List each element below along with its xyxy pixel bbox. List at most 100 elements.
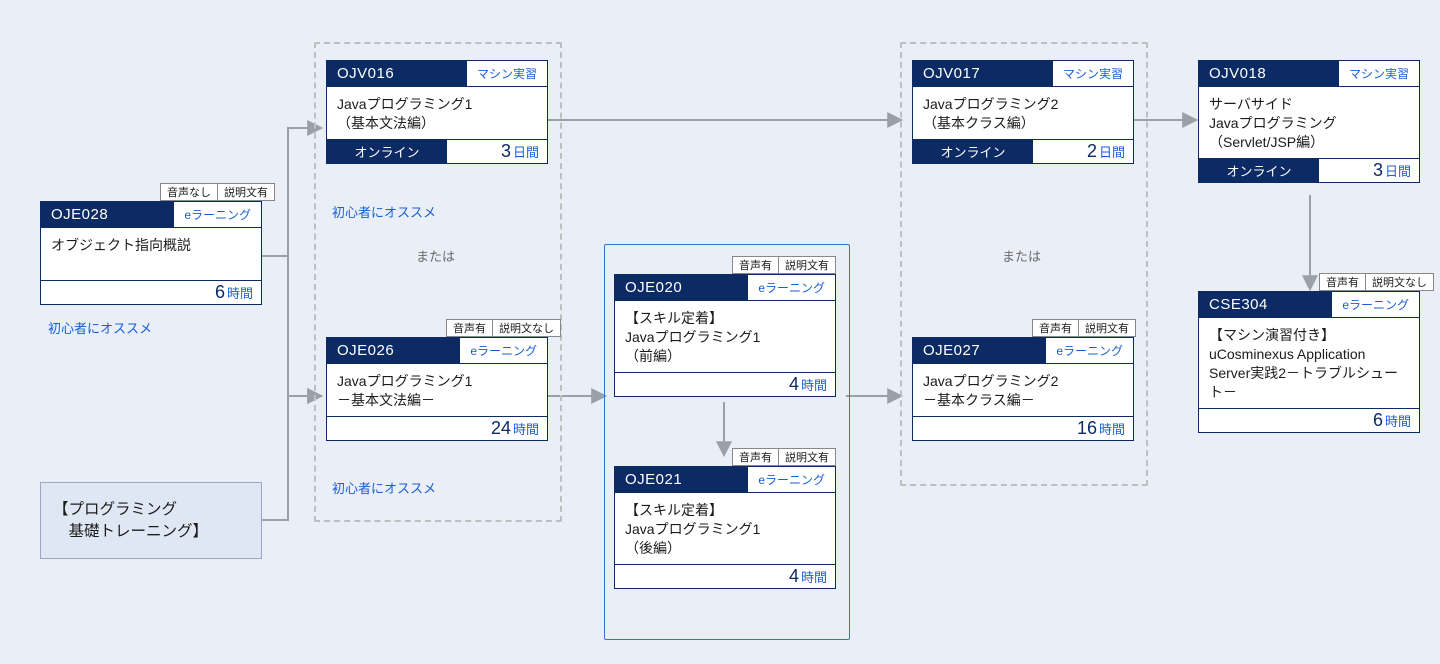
card-footer: オンライン 3 日間 xyxy=(327,139,547,163)
flag-audio: 音声有 xyxy=(733,449,778,465)
card-ojv017[interactable]: OJV017 マシン実習 Javaプログラミング2（基本クラス編） オンライン … xyxy=(912,60,1134,164)
recommend-label: 初心者にオススメ xyxy=(332,202,436,221)
course-duration-unit: 時間 xyxy=(801,567,827,586)
card-body: 【マシン演習付き】uCosminexus ApplicationServer実践… xyxy=(1199,318,1419,408)
course-tag: eラーニング xyxy=(460,338,547,363)
flags-cse304: 音声有 説明文なし xyxy=(1319,273,1434,291)
course-mode: オンライン xyxy=(1199,159,1319,182)
flag-audio: 音声有 xyxy=(733,257,778,273)
course-duration-num: 4 xyxy=(789,374,799,395)
course-duration-unit: 時間 xyxy=(801,375,827,394)
course-duration-num: 3 xyxy=(501,141,511,162)
card-cse304[interactable]: CSE304 eラーニング 【マシン演習付き】uCosminexus Appli… xyxy=(1198,291,1420,433)
course-title: 【スキル定着】Javaプログラミング1（前編） xyxy=(625,309,760,366)
course-code: OJV018 xyxy=(1199,61,1339,86)
course-code: OJV017 xyxy=(913,61,1053,86)
card-body: サーバサイドJavaプログラミング（Servlet/JSP編） xyxy=(1199,87,1419,158)
card-header: OJE028 eラーニング xyxy=(41,202,261,228)
course-title: Javaプログラミング2（基本クラス編） xyxy=(923,95,1058,133)
flags-oje021: 音声有 説明文有 xyxy=(732,448,836,466)
card-ojv018[interactable]: OJV018 マシン実習 サーバサイドJavaプログラミング（Servlet/J… xyxy=(1198,60,1420,183)
card-footer: 6 時間 xyxy=(41,280,261,304)
course-title: 【マシン演習付き】uCosminexus ApplicationServer実践… xyxy=(1209,326,1409,402)
card-body: Javaプログラミング2－基本クラス編－ xyxy=(913,364,1133,416)
course-duration-num: 2 xyxy=(1087,141,1097,162)
course-code: OJE021 xyxy=(615,467,748,492)
course-tag: マシン実習 xyxy=(467,61,547,86)
course-code: OJE026 xyxy=(327,338,460,363)
course-tag: マシン実習 xyxy=(1339,61,1419,86)
card-body: Javaプログラミング1－基本文法編－ xyxy=(327,364,547,416)
flag-audio: 音声有 xyxy=(447,320,492,336)
course-title: 【スキル定着】Javaプログラミング1（後編） xyxy=(625,501,760,558)
card-header: OJE027 eラーニング xyxy=(913,338,1133,364)
card-footer: 4 時間 xyxy=(615,564,835,588)
card-footer: オンライン 2 日間 xyxy=(913,139,1133,163)
course-duration-num: 16 xyxy=(1077,418,1097,439)
intro-line2: 基礎トレーニング】 xyxy=(53,521,249,543)
card-header: CSE304 eラーニング xyxy=(1199,292,1419,318)
flag-desc: 説明文有 xyxy=(1079,320,1135,336)
course-title: Javaプログラミング2－基本クラス編－ xyxy=(923,372,1058,410)
card-body: 【スキル定着】Javaプログラミング1（後編） xyxy=(615,493,835,564)
course-duration-unit: 時間 xyxy=(1099,419,1125,438)
card-footer: 4 時間 xyxy=(615,372,835,396)
course-duration-unit: 時間 xyxy=(1385,411,1411,430)
course-duration-unit: 日間 xyxy=(1385,161,1411,180)
card-body: Javaプログラミング1（基本文法編） xyxy=(327,87,547,139)
course-code: OJE020 xyxy=(615,275,748,300)
card-body: Javaプログラミング2（基本クラス編） xyxy=(913,87,1133,139)
course-duration-unit: 日間 xyxy=(513,142,539,161)
flag-desc: 説明文なし xyxy=(1366,274,1433,290)
flag-audio: 音声有 xyxy=(1320,274,1365,290)
card-footer: オンライン 3 日間 xyxy=(1199,158,1419,182)
course-duration-num: 6 xyxy=(215,282,225,303)
card-oje027[interactable]: OJE027 eラーニング Javaプログラミング2－基本クラス編－ 16 時間 xyxy=(912,337,1134,441)
course-code: OJV016 xyxy=(327,61,467,86)
course-title: オブジェクト指向概説 xyxy=(51,236,191,255)
training-flow-diagram: 音声なし 説明文有 OJE028 eラーニング オブジェクト指向概説 6 時間 … xyxy=(0,0,1440,664)
card-body: 【スキル定着】Javaプログラミング1（前編） xyxy=(615,301,835,372)
card-footer: 16 時間 xyxy=(913,416,1133,440)
course-title: Javaプログラミング1（基本文法編） xyxy=(337,95,472,133)
card-header: OJV016 マシン実習 xyxy=(327,61,547,87)
card-oje021[interactable]: OJE021 eラーニング 【スキル定着】Javaプログラミング1（後編） 4 … xyxy=(614,466,836,589)
course-duration-unit: 時間 xyxy=(513,419,539,438)
course-tag: eラーニング xyxy=(1046,338,1133,363)
flag-audio: 音声なし xyxy=(161,184,217,200)
course-tag: マシン実習 xyxy=(1053,61,1133,86)
intro-line1: 【プログラミング xyxy=(53,499,249,521)
flags-oje028: 音声なし 説明文有 xyxy=(160,183,275,201)
or-label: または xyxy=(1002,246,1041,265)
flag-desc: 説明文なし xyxy=(493,320,560,336)
course-duration-num: 4 xyxy=(789,566,799,587)
intro-training-box[interactable]: 【プログラミング 基礎トレーニング】 xyxy=(40,482,262,559)
card-header: OJV018 マシン実習 xyxy=(1199,61,1419,87)
card-ojv016[interactable]: OJV016 マシン実習 Javaプログラミング1（基本文法編） オンライン 3… xyxy=(326,60,548,164)
card-oje020[interactable]: OJE020 eラーニング 【スキル定着】Javaプログラミング1（前編） 4 … xyxy=(614,274,836,397)
flags-oje026: 音声有 説明文なし xyxy=(446,319,561,337)
course-tag: eラーニング xyxy=(748,467,835,492)
card-oje026[interactable]: OJE026 eラーニング Javaプログラミング1－基本文法編－ 24 時間 xyxy=(326,337,548,441)
course-mode: オンライン xyxy=(913,140,1033,163)
card-header: OJE021 eラーニング xyxy=(615,467,835,493)
course-duration-unit: 時間 xyxy=(227,283,253,302)
course-tag: eラーニング xyxy=(748,275,835,300)
card-footer: 24 時間 xyxy=(327,416,547,440)
course-code: OJE028 xyxy=(41,202,174,227)
flag-desc: 説明文有 xyxy=(218,184,274,200)
flag-desc: 説明文有 xyxy=(779,449,835,465)
course-tag: eラーニング xyxy=(174,202,261,227)
recommend-label: 初心者にオススメ xyxy=(48,318,152,337)
course-tag: eラーニング xyxy=(1332,292,1419,317)
flags-oje027: 音声有 説明文有 xyxy=(1032,319,1136,337)
flag-audio: 音声有 xyxy=(1033,320,1078,336)
card-header: OJE026 eラーニング xyxy=(327,338,547,364)
course-title: Javaプログラミング1－基本文法編－ xyxy=(337,372,472,410)
course-code: OJE027 xyxy=(913,338,1046,363)
card-header: OJE020 eラーニング xyxy=(615,275,835,301)
card-oje028[interactable]: OJE028 eラーニング オブジェクト指向概説 6 時間 xyxy=(40,201,262,305)
card-header: OJV017 マシン実習 xyxy=(913,61,1133,87)
course-duration-unit: 日間 xyxy=(1099,142,1125,161)
flag-desc: 説明文有 xyxy=(779,257,835,273)
